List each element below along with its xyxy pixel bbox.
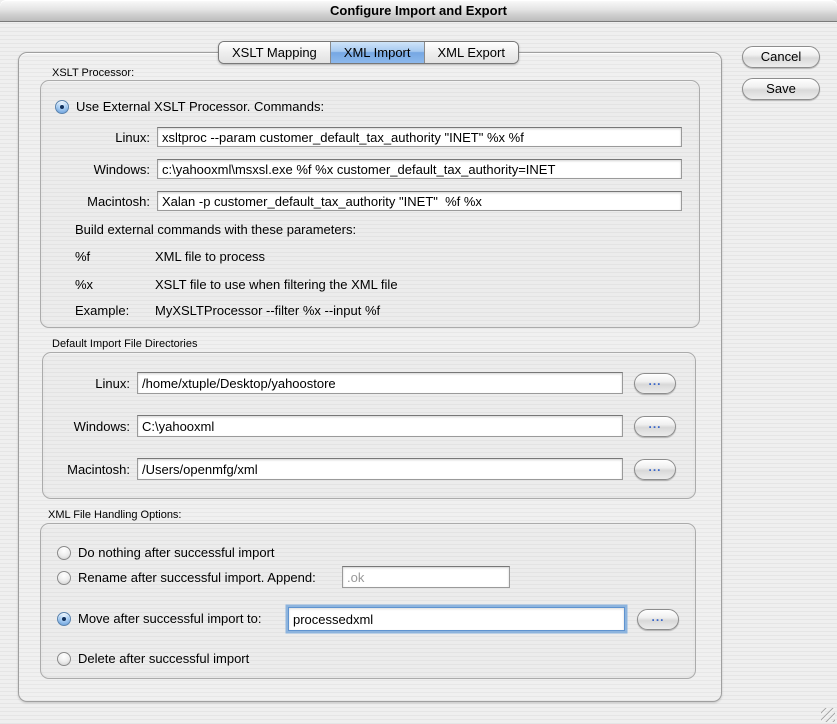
radio-rename-label: Rename after successful import. Append:: [78, 570, 316, 585]
configure-import-export-window: { "window": { "title": "Configure Import…: [0, 0, 837, 724]
radio-move[interactable]: Move after successful import to:: [57, 611, 262, 626]
windows-command-label: Windows:: [55, 162, 150, 177]
directories-group-label: Default Import File Directories: [52, 338, 198, 350]
move-destination-browse-button[interactable]: ...: [637, 609, 679, 630]
linux-dir-input[interactable]: [137, 372, 623, 394]
tab-xslt-mapping[interactable]: XSLT Mapping: [219, 42, 330, 63]
macintosh-command-input[interactable]: [157, 191, 682, 211]
linux-dir-browse-button[interactable]: ...: [634, 373, 676, 394]
windows-dir-input[interactable]: [137, 415, 623, 437]
file-handling-group-label: XML File Handling Options:: [48, 509, 182, 521]
windows-dir-browse-button[interactable]: ...: [634, 416, 676, 437]
title-bar[interactable]: Configure Import and Export: [0, 0, 837, 22]
macintosh-dir-browse-button[interactable]: ...: [634, 459, 676, 480]
macintosh-dir-label: Macintosh:: [50, 462, 130, 477]
params-intro-text: Build external commands with these param…: [75, 222, 356, 237]
param-x-token: %x: [75, 277, 93, 292]
macintosh-dir-input[interactable]: [137, 458, 623, 480]
linux-command-input[interactable]: [157, 127, 682, 147]
radio-use-external-xslt-label: Use External XSLT Processor. Commands:: [76, 99, 324, 114]
windows-command-input[interactable]: [157, 159, 682, 179]
radio-selected-icon: [55, 100, 69, 114]
radio-do-nothing-label: Do nothing after successful import: [78, 545, 275, 560]
radio-delete[interactable]: Delete after successful import: [57, 651, 249, 666]
radio-unselected-icon: [57, 652, 71, 666]
macintosh-command-label: Macintosh:: [55, 194, 150, 209]
param-f-token: %f: [75, 249, 90, 264]
radio-selected-icon: [57, 612, 71, 626]
radio-rename[interactable]: Rename after successful import. Append:: [57, 570, 316, 585]
param-x-desc: XSLT file to use when filtering the XML …: [155, 277, 398, 292]
save-button[interactable]: Save: [742, 78, 820, 100]
linux-dir-label: Linux:: [50, 376, 130, 391]
tab-bar: XSLT Mapping XML Import XML Export: [218, 41, 519, 64]
radio-unselected-icon: [57, 571, 71, 585]
resize-grip-icon[interactable]: [821, 708, 835, 722]
param-f-desc: XML file to process: [155, 249, 265, 264]
param-example-desc: MyXSLTProcessor --filter %x --input %f: [155, 303, 380, 318]
tab-xml-import[interactable]: XML Import: [330, 42, 424, 63]
cancel-button[interactable]: Cancel: [742, 46, 820, 68]
windows-dir-label: Windows:: [50, 419, 130, 434]
linux-command-label: Linux:: [55, 130, 150, 145]
move-destination-input[interactable]: [288, 607, 625, 631]
rename-append-input[interactable]: [342, 566, 510, 588]
xslt-processor-group-label: XSLT Processor:: [52, 67, 134, 79]
radio-do-nothing[interactable]: Do nothing after successful import: [57, 545, 275, 560]
tab-xml-export[interactable]: XML Export: [424, 42, 518, 63]
radio-use-external-xslt[interactable]: Use External XSLT Processor. Commands:: [55, 99, 324, 114]
param-example-token: Example:: [75, 303, 129, 318]
radio-delete-label: Delete after successful import: [78, 651, 249, 666]
radio-unselected-icon: [57, 546, 71, 560]
radio-move-label: Move after successful import to:: [78, 611, 262, 626]
window-title: Configure Import and Export: [330, 3, 507, 18]
